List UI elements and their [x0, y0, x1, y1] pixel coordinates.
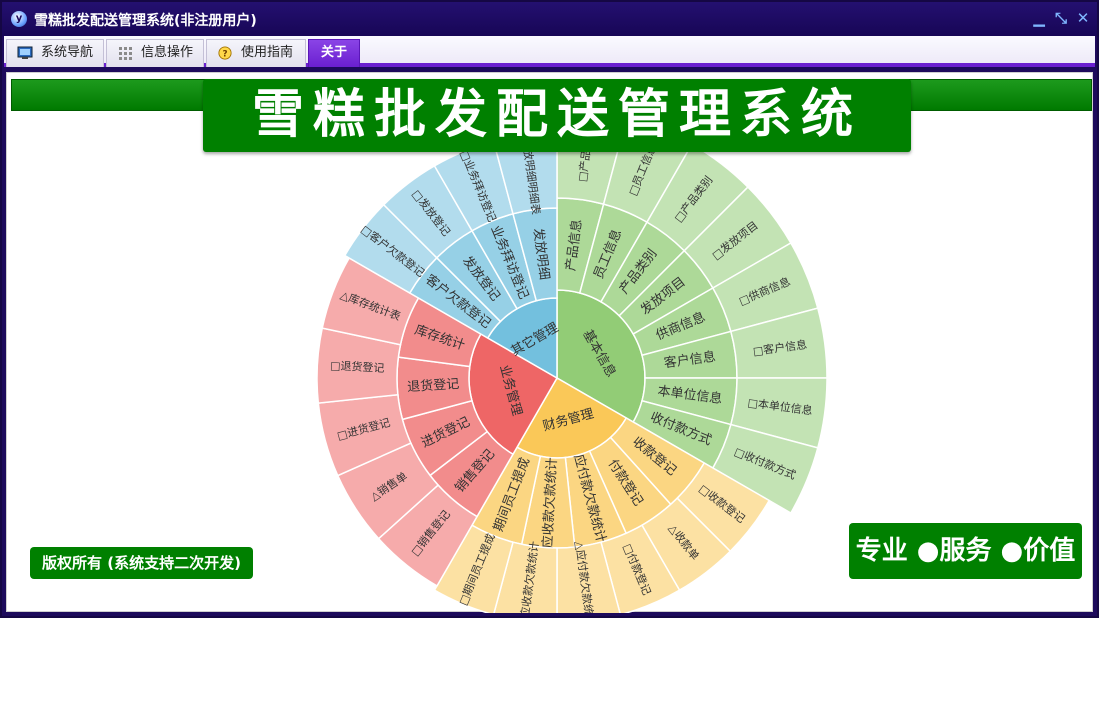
tab-about[interactable]: 关于	[308, 39, 360, 67]
tab-label: 使用指南	[241, 45, 294, 60]
app-window: y 雪糕批发配送管理系统(非注册用户) ▁ ⤡ ✕ 系统导航 信息操作 ? 使用…	[0, 0, 1099, 618]
tab-user-guide[interactable]: ? 使用指南	[206, 39, 306, 67]
main-title: 雪糕批发配送管理系统	[203, 79, 911, 152]
tab-label: 信息操作	[141, 45, 194, 60]
sunburst-item-label: □退货登记	[330, 358, 385, 375]
sunburst-category-label: 退货登记	[407, 376, 460, 395]
help-icon: ?	[218, 46, 232, 60]
tab-system-navigation[interactable]: 系统导航	[6, 39, 104, 67]
monitor-icon	[17, 46, 33, 59]
content-area: 基本信息 产品信息 员工信息 产品类别 发放项目 供商信息 客户信息 本单位信息 收付款方式 □产…	[6, 72, 1093, 613]
restore-icon[interactable]: ⤡	[1052, 8, 1070, 28]
close-icon[interactable]: ✕	[1074, 8, 1092, 28]
tab-label: 关于	[321, 45, 348, 60]
tab-label: 系统导航	[41, 45, 94, 60]
slogan-badge: 专业 ●服务 ●价值	[849, 523, 1082, 579]
window-title: 雪糕批发配送管理系统(非注册用户)	[34, 13, 257, 29]
grid-icon	[119, 47, 132, 60]
copyright-badge: 版权所有 (系统支持二次开发)	[30, 547, 253, 579]
menu-bar: 系统导航 信息操作 ? 使用指南 关于	[4, 36, 1095, 67]
app-logo-icon: y	[11, 11, 27, 27]
tab-info-operation[interactable]: 信息操作	[106, 39, 204, 67]
title-bar[interactable]: y 雪糕批发配送管理系统(非注册用户) ▁ ⤡ ✕	[2, 2, 1097, 36]
svg-text:?: ?	[222, 50, 227, 60]
minimize-icon[interactable]: ▁	[1030, 8, 1048, 28]
